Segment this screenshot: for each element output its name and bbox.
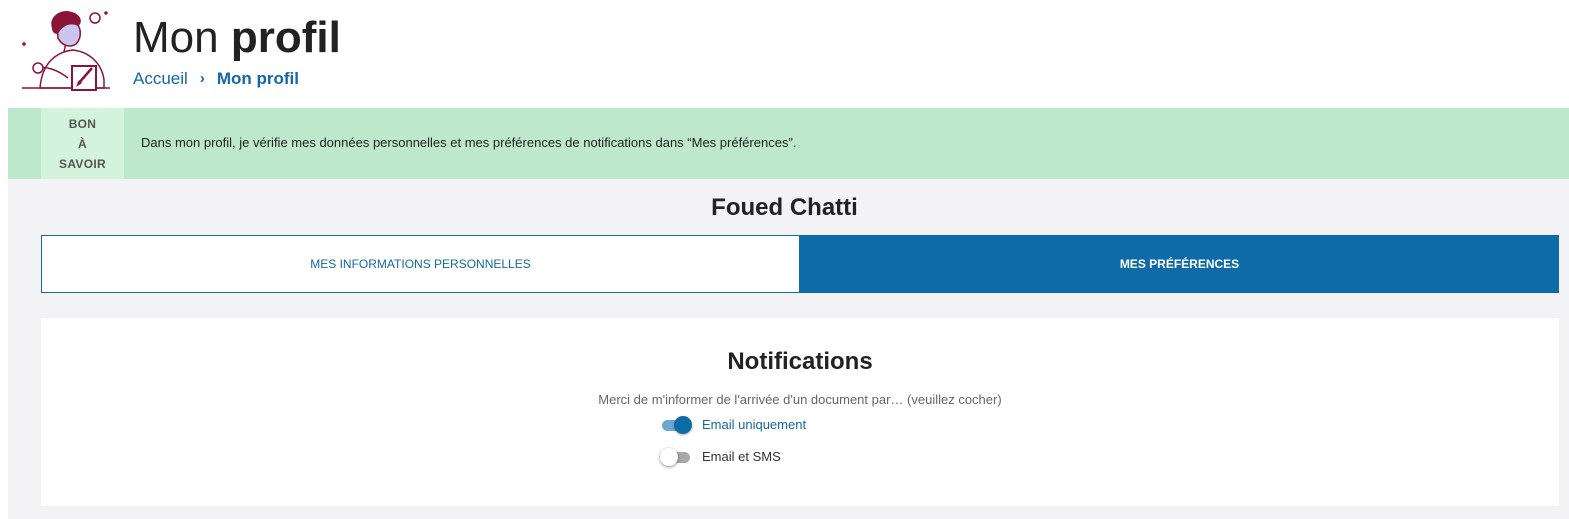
info-tag-line: BON [68, 116, 97, 131]
toggle-knob [674, 416, 692, 434]
info-banner-tag: BON À SAVOIR [41, 108, 124, 179]
profile-tabs: MES INFORMATIONS PERSONNELLES MES PRÉFÉR… [41, 235, 1559, 293]
tab-preferences[interactable]: MES PRÉFÉRENCES [800, 235, 1559, 293]
chevron-right-icon: › [199, 70, 205, 87]
notifications-card: Notifications Merci de m'informer de l'a… [41, 318, 1559, 506]
email-only-label: Email uniquement [702, 417, 807, 432]
user-name: Foued Chatti [711, 194, 858, 221]
notifications-title: Notifications [727, 348, 873, 375]
breadcrumb: Accueil › Mon profil [133, 68, 299, 90]
person-writing-illustration-icon [22, 10, 110, 91]
info-tag-line: À [78, 136, 87, 151]
email-only-toggle[interactable] [661, 415, 693, 435]
toggle-knob [660, 448, 678, 466]
page-header: Mon profil Accueil › Mon profil [0, 0, 1569, 108]
email-sms-label: Email et SMS [702, 449, 781, 464]
email-sms-option[interactable]: Email et SMS [660, 447, 781, 467]
breadcrumb-current: Mon profil [216, 69, 299, 88]
page-title-bold: profil [230, 13, 341, 62]
page-title-light: Mon [133, 13, 219, 62]
email-sms-toggle[interactable] [660, 447, 693, 467]
email-only-option[interactable]: Email uniquement [661, 415, 806, 435]
tab-personal-info[interactable]: MES INFORMATIONS PERSONNELLES [41, 235, 800, 293]
info-banner-text: Dans mon profil, je vérifie mes données … [141, 135, 797, 150]
breadcrumb-home-link[interactable]: Accueil [133, 68, 188, 90]
info-tag-line: SAVOIR [59, 156, 106, 171]
notifications-subtitle: Merci de m'informer de l'arrivée d'un do… [598, 392, 1002, 407]
page-title: Mon profil [133, 10, 341, 66]
